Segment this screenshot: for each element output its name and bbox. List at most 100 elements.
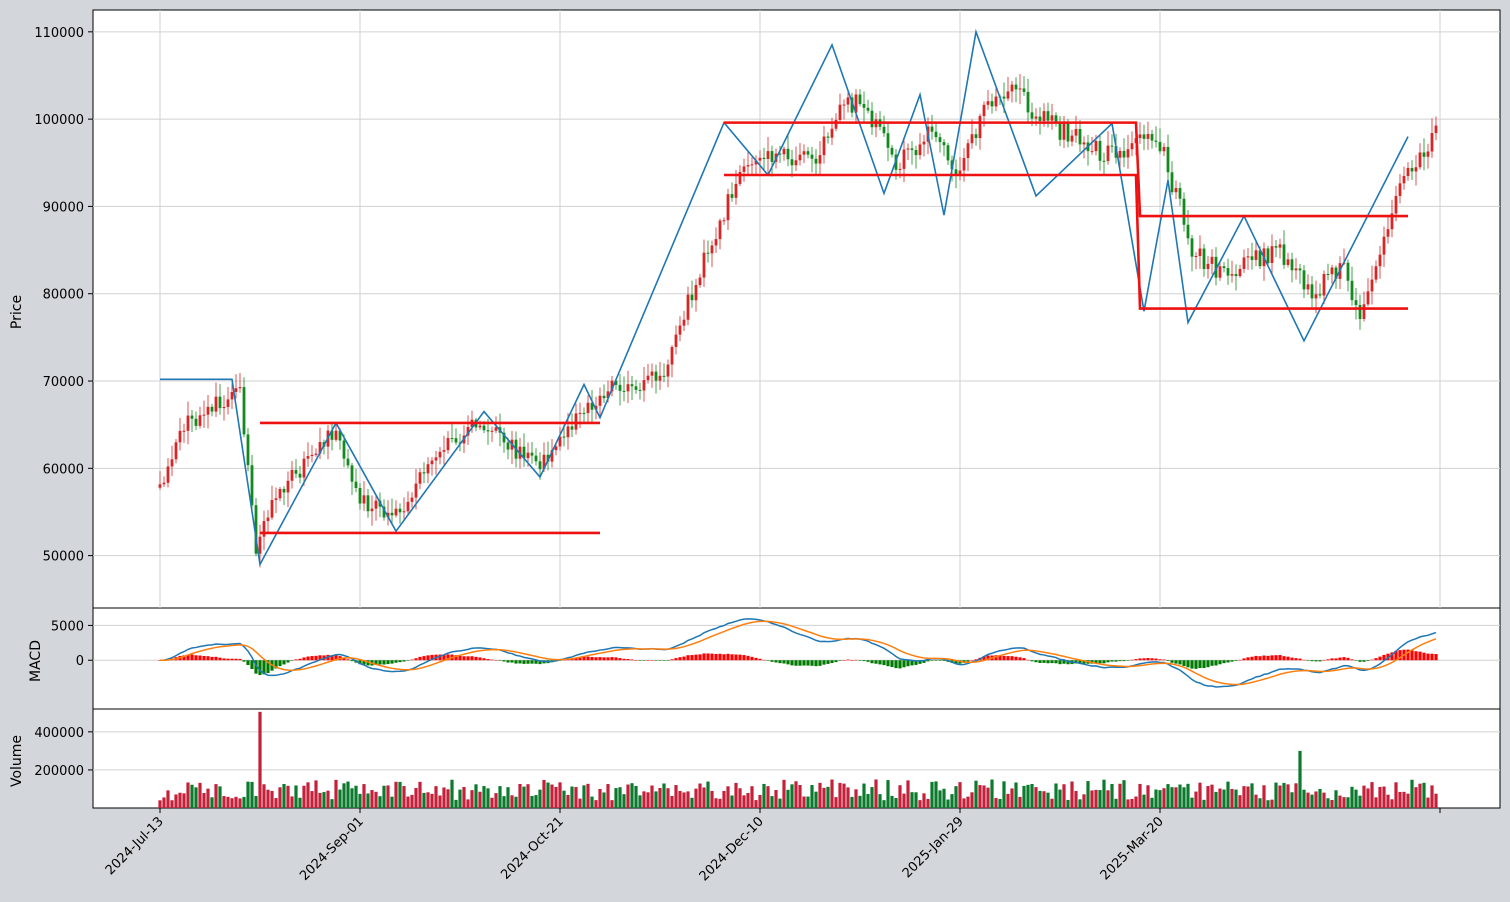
volume-bar: [890, 795, 894, 808]
candle-body: [1266, 248, 1270, 264]
macd-histogram-bar: [286, 660, 290, 663]
volume-bar: [1202, 799, 1206, 808]
candle-body: [242, 387, 246, 435]
candle-body: [286, 480, 290, 493]
candle-body: [1018, 88, 1022, 90]
volume-bar: [1122, 780, 1126, 808]
volume-bar: [1226, 781, 1230, 808]
candle-body: [1350, 280, 1354, 301]
candle-body: [670, 346, 674, 365]
volume-bar: [1166, 784, 1170, 808]
candle-body: [1090, 151, 1094, 153]
volume-bar: [1222, 789, 1226, 808]
volume-bar: [842, 783, 846, 808]
candle-body: [270, 500, 274, 518]
candle-body: [390, 512, 394, 516]
volume-bar: [1194, 791, 1198, 808]
volume-bar: [498, 786, 502, 808]
volume-bar: [966, 796, 970, 808]
macd-histogram-bar: [1038, 660, 1042, 663]
candle-body: [450, 438, 454, 440]
macd-histogram-bar: [718, 653, 722, 661]
volume-bar: [1034, 787, 1038, 808]
volume-bar: [1118, 783, 1122, 808]
candle-body: [426, 464, 430, 474]
volume-bar: [630, 783, 634, 808]
volume-bar: [358, 793, 362, 808]
volume-bar: [622, 794, 626, 808]
macd-histogram-bar: [478, 657, 482, 661]
candle-body: [758, 157, 762, 161]
candle-body: [910, 148, 914, 151]
macd-histogram-bar: [590, 656, 594, 661]
volume-bar: [418, 781, 422, 808]
macd-histogram-bar: [678, 657, 682, 661]
volume-bar: [1210, 784, 1214, 808]
candle-body: [170, 459, 174, 467]
volume-bar: [1310, 794, 1314, 808]
macd-histogram-bar: [1030, 660, 1034, 662]
candle-body: [414, 483, 418, 498]
macd-histogram-bar: [1114, 660, 1118, 662]
macd-histogram-bar: [882, 660, 886, 666]
candle-body: [674, 334, 678, 347]
macd-histogram-bar: [1310, 660, 1314, 662]
macd-histogram-bar: [1122, 660, 1126, 662]
macd-histogram-bar: [1278, 655, 1282, 661]
candle-body: [690, 294, 694, 301]
candle-body: [478, 425, 482, 428]
volume-bar: [1126, 799, 1130, 808]
volume-bar: [990, 779, 994, 808]
volume-bar: [918, 800, 922, 808]
candle-body: [898, 168, 902, 170]
macd-histogram-bar: [206, 656, 210, 661]
candle-body: [1118, 150, 1122, 158]
volume-bar: [430, 793, 434, 808]
macd-histogram-bar: [1190, 660, 1194, 669]
macd-histogram-bar: [930, 660, 934, 661]
candle-body: [1162, 146, 1166, 152]
volume-bar: [1058, 789, 1062, 808]
candle-body: [1122, 150, 1126, 158]
macd-histogram-bar: [234, 658, 238, 661]
candle-body: [1030, 112, 1034, 119]
chart: 2024-Jul-13 2024-Sep-01 2024-Oct-21 2024-De…: [9, 9, 1501, 884]
candle-body: [802, 151, 806, 155]
macd-histogram-bar: [414, 658, 418, 661]
volume-bar: [714, 798, 718, 808]
volume-bar: [730, 795, 734, 808]
volume-bar: [198, 782, 202, 808]
volume-bar: [1286, 784, 1290, 808]
candle-body: [1054, 115, 1058, 123]
macd-histogram-bar: [790, 660, 794, 666]
candle-body: [970, 134, 974, 144]
candle-body: [682, 319, 686, 326]
volume-bar: [610, 800, 614, 808]
volume-bar: [982, 785, 986, 808]
volume-bar: [342, 783, 346, 808]
candle-body: [1202, 248, 1206, 270]
macd-histogram-bar: [230, 658, 234, 661]
price-y-tick-label-4: 90000: [43, 200, 84, 215]
macd-histogram-bar: [694, 654, 698, 661]
volume-bar: [226, 796, 230, 808]
volume-bar: [390, 796, 394, 808]
volume-bar: [770, 796, 774, 808]
macd-histogram-bar: [654, 660, 658, 661]
candle-body: [1282, 244, 1286, 265]
candle-body: [638, 389, 642, 391]
macd-histogram-bar: [970, 660, 974, 661]
candle-body: [942, 142, 946, 146]
volume-bar: [546, 782, 550, 808]
candle-body: [698, 277, 702, 286]
volume-bar: [1366, 788, 1370, 808]
candle-body: [1002, 96, 1006, 99]
macd-histogram-bar: [674, 658, 678, 661]
macd-histogram-bar: [1282, 656, 1286, 661]
volume-bar: [738, 788, 742, 808]
macd-histogram-bar: [722, 654, 726, 661]
volume-bar: [482, 786, 486, 808]
volume-bar: [350, 788, 354, 808]
macd-histogram-bar: [1118, 660, 1122, 662]
macd-histogram-bar: [1150, 658, 1154, 661]
